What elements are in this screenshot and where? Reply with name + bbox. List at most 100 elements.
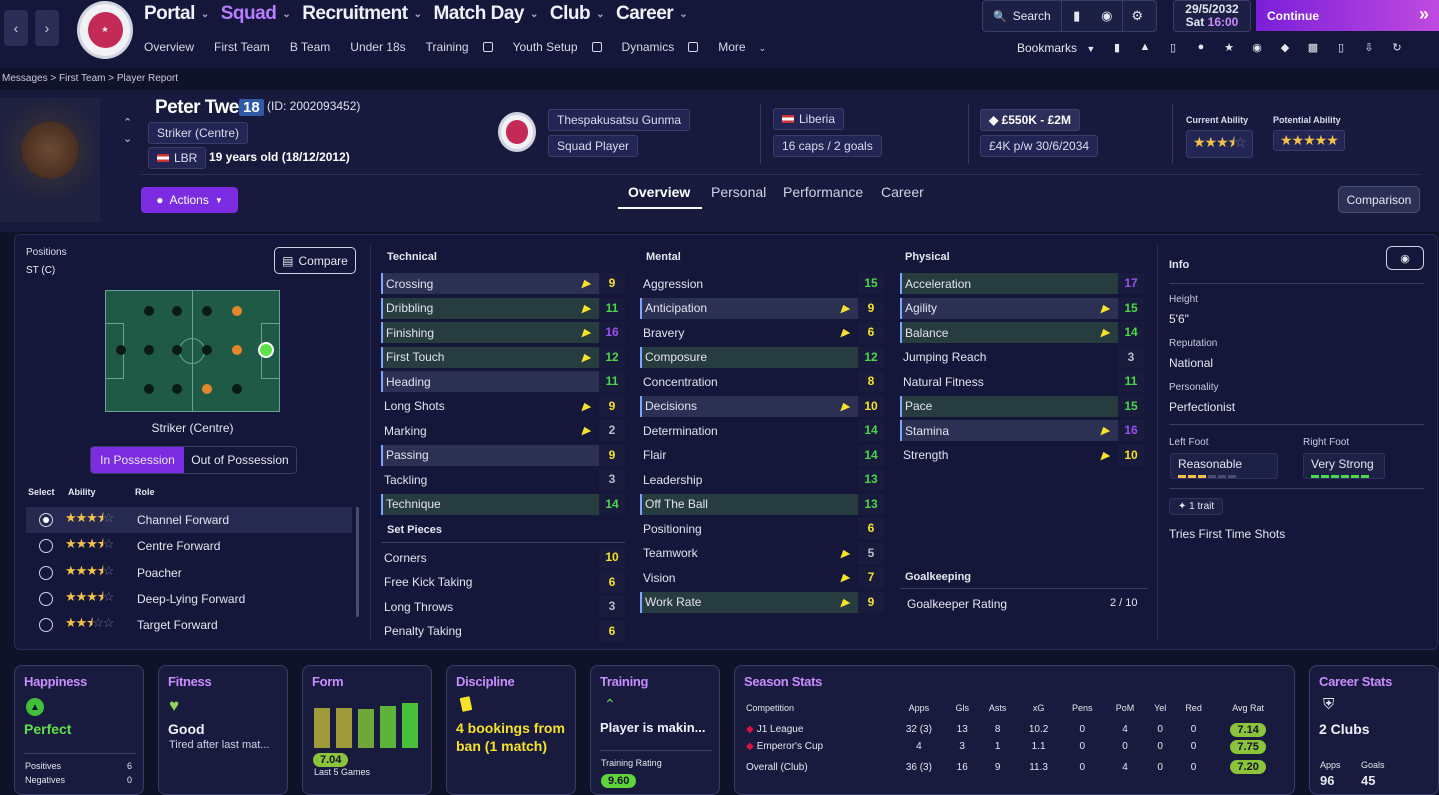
radio-button[interactable] [39, 539, 53, 554]
attr-anticipation[interactable]: Anticipation ▶ 9 [640, 297, 884, 319]
nav-club[interactable]: Club ⌄ [550, 3, 605, 25]
happiness-card[interactable]: Happiness ▲ Perfect Positives 6 Negative… [14, 665, 144, 795]
discipline-card[interactable]: Discipline 4 bookings from ban (1 match) [446, 665, 576, 795]
attr-bravery[interactable]: Bravery ▶ 6 [640, 322, 884, 343]
trait-count[interactable]: ✦ 1 trait [1169, 498, 1224, 515]
role-row-poacher[interactable]: ★★★⯨☆ Poacher [26, 560, 352, 586]
role-list-scrollbar[interactable] [356, 507, 359, 617]
attr-composure[interactable]: Composure 12 [640, 346, 884, 368]
attr-strength[interactable]: Strength ▶ 10 [900, 444, 1144, 466]
training-card[interactable]: Training ⌃ Player is makin... Training R… [590, 665, 720, 795]
attr-teamwork[interactable]: Teamwork ▶ 5 [640, 542, 884, 564]
role-row-target-forward[interactable]: ★★⯨☆☆ Target Forward [26, 612, 352, 638]
nav-recruitment[interactable]: Recruitment ⌄ [302, 3, 422, 25]
subnav-youth-setup[interactable]: Youth Setup [513, 40, 612, 54]
subnav-dynamics[interactable]: Dynamics [622, 40, 709, 54]
group-icon[interactable]: ◆ [1271, 41, 1299, 54]
nav-career[interactable]: Career ⌄ [616, 3, 688, 25]
globe-icon[interactable]: ◉ [1243, 41, 1271, 54]
notes-icon[interactable]: ▮ [1062, 1, 1092, 31]
radio-button[interactable] [39, 513, 53, 527]
radio-button[interactable] [39, 618, 53, 633]
breadcrumb-first-team[interactable]: First Team [59, 73, 106, 84]
info-options-icon[interactable]: ◉ [1386, 246, 1424, 270]
attr-determination[interactable]: Determination 14 [640, 420, 884, 441]
shirt-icon[interactable]: ▲ [1131, 41, 1159, 54]
subnav-under-18s[interactable]: Under 18s [350, 40, 415, 54]
attr-pace[interactable]: Pace 15 [900, 395, 1144, 417]
date-box[interactable]: 29/5/2032 Sat 16:00 [1173, 0, 1251, 32]
club-crest-icon[interactable]: ★ [77, 1, 133, 59]
out-of-possession-tab[interactable]: Out of Possession [184, 447, 296, 473]
attr-flair[interactable]: Flair 14 [640, 444, 884, 466]
refresh-icon[interactable]: ↻ [1383, 41, 1411, 54]
attr-concentration[interactable]: Concentration 8 [640, 371, 884, 392]
club-name[interactable]: Thespakusatsu Gunma [548, 109, 691, 131]
world-icon[interactable]: ◉ [1092, 1, 1122, 31]
attr-corners[interactable]: Corners 10 [381, 547, 625, 568]
attr-aggression[interactable]: Aggression 15 [640, 273, 884, 294]
season-row-emperor-s-cup[interactable]: ◆ Emperor's Cup 4 3 1 1.1 0 0 0 0 7.75 [744, 738, 1284, 755]
role-row-channel-forward[interactable]: ★★★⯨☆ Channel Forward [26, 507, 352, 533]
selected-position-dot[interactable] [258, 342, 274, 358]
season-stats-card[interactable]: Season Stats Competition Apps Gls Asts xG Pen… [734, 665, 1295, 795]
calculator-icon[interactable]: ▯ [1327, 41, 1355, 54]
money-icon[interactable]: ▩ [1299, 41, 1327, 54]
subnav-b-team[interactable]: B Team [290, 40, 340, 54]
subnav-first-team[interactable]: First Team [214, 40, 280, 54]
breadcrumb-messages[interactable]: Messages [2, 73, 48, 84]
attr-dribbling[interactable]: Dribbling ▶ 11 [381, 297, 625, 319]
attr-balance[interactable]: Balance ▶ 14 [900, 322, 1144, 343]
bookmarks-button[interactable]: Bookmarks ▼ [1017, 41, 1095, 55]
attr-first-touch[interactable]: First Touch ▶ 12 [381, 346, 625, 368]
attr-natural-fitness[interactable]: Natural Fitness 11 [900, 371, 1144, 392]
attr-long-throws[interactable]: Long Throws 3 [381, 596, 625, 617]
attr-heading[interactable]: Heading 11 [381, 371, 625, 392]
nav-portal[interactable]: Portal ⌄ [144, 3, 209, 25]
tab-performance[interactable]: Performance [783, 184, 863, 200]
tab-career[interactable]: Career [881, 184, 924, 200]
attr-tackling[interactable]: Tackling 3 [381, 469, 625, 490]
in-possession-tab[interactable]: In Possession [91, 447, 184, 473]
attr-finishing[interactable]: Finishing ▶ 16 [381, 322, 625, 343]
attr-technique[interactable]: Technique 14 [381, 493, 625, 515]
chevron-down-icon[interactable]: ⌄ [123, 132, 132, 145]
radio-button[interactable] [39, 591, 53, 606]
attr-marking[interactable]: Marking ▶ 2 [381, 420, 625, 441]
continue-button[interactable]: Continue » [1256, 0, 1439, 31]
attr-acceleration[interactable]: Acceleration 17 [900, 273, 1144, 294]
nav-squad[interactable]: Squad ⌄ [221, 3, 291, 25]
chevron-up-icon[interactable]: ⌃ [123, 116, 132, 129]
attr-jumping-reach[interactable]: Jumping Reach 3 [900, 346, 1144, 368]
role-row-centre-forward[interactable]: ★★★⯨☆ Centre Forward [26, 533, 352, 559]
fitness-card[interactable]: Fitness ♥ Good Tired after last mat... [158, 665, 288, 795]
attr-work-rate[interactable]: Work Rate ▶ 9 [640, 591, 884, 613]
attr-agility[interactable]: Agility ▶ 15 [900, 297, 1144, 319]
report-icon[interactable]: ▯ [1159, 41, 1187, 54]
attr-vision[interactable]: Vision ▶ 7 [640, 567, 884, 588]
compare-button[interactable]: ▤ Compare [274, 247, 356, 274]
role-row-deep-lying-forward[interactable]: ★★★⯨☆ Deep-Lying Forward [26, 586, 352, 612]
attr-passing[interactable]: Passing 9 [381, 444, 625, 466]
people-icon[interactable]: ● [1187, 41, 1215, 54]
download-icon[interactable]: ⇩ [1355, 41, 1383, 54]
nav-match-day[interactable]: Match Day ⌄ [433, 3, 538, 25]
attr-positioning[interactable]: Positioning 6 [640, 518, 884, 539]
country[interactable]: Liberia [773, 108, 845, 130]
attr-stamina[interactable]: Stamina ▶ 16 [900, 420, 1144, 441]
season-row-j1-league[interactable]: ◆ J1 League 32 (3) 13 8 10.2 0 4 0 0 7.14 [744, 721, 1284, 738]
attr-off-the-ball[interactable]: Off The Ball 13 [640, 493, 884, 515]
settings-gear-icon[interactable]: ⚙ [1121, 1, 1152, 31]
back-arrow-icon[interactable]: ‹ [4, 10, 28, 46]
form-card[interactable]: Form 7.04 Last 5 Games [302, 665, 432, 795]
attr-crossing[interactable]: Crossing ▶ 9 [381, 273, 625, 294]
attr-decisions[interactable]: Decisions ▶ 10 [640, 395, 884, 417]
tab-overview[interactable]: Overview [628, 184, 690, 200]
tab-personal[interactable]: Personal [711, 184, 766, 200]
actions-button[interactable]: ● Actions ▼ [141, 187, 238, 213]
attr-leadership[interactable]: Leadership 13 [640, 469, 884, 490]
forward-arrow-icon[interactable]: › [35, 10, 59, 46]
search-button[interactable]: 🔍 Search [983, 1, 1062, 31]
season-row-overall-club[interactable]: Overall (Club) 36 (3) 16 9 11.3 0 4 0 0 7.20 [744, 755, 1284, 779]
subnav-more[interactable]: More ⌄ [718, 40, 776, 54]
